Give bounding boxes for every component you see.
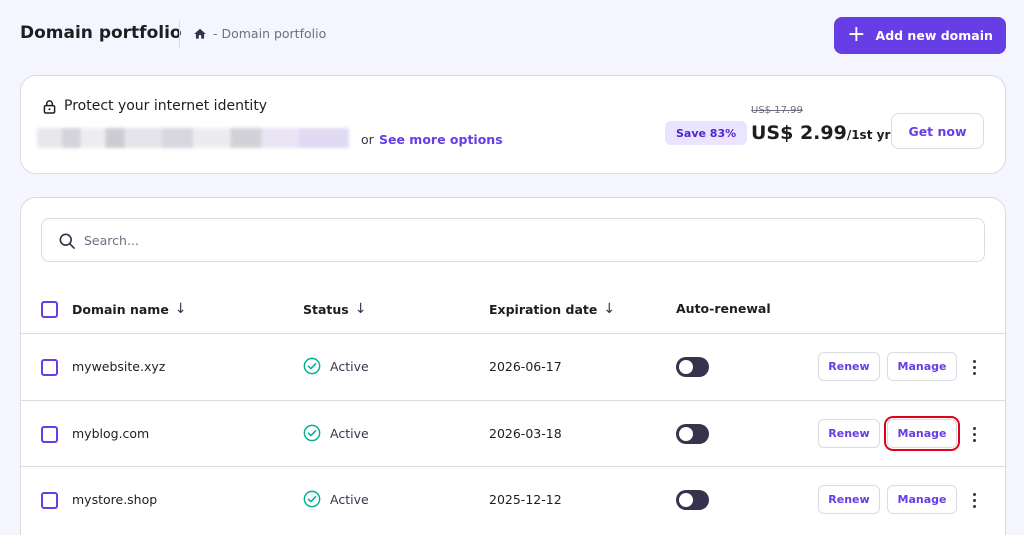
save-badge: Save 83% xyxy=(665,121,748,145)
search-icon xyxy=(59,233,75,249)
manage-button[interactable]: Manage xyxy=(887,352,957,381)
check-circle-icon xyxy=(303,490,321,508)
add-new-domain-button[interactable]: + Add new domain xyxy=(834,17,1006,54)
plus-icon: + xyxy=(847,21,866,47)
expiration-date: 2026-03-18 xyxy=(489,426,562,441)
manage-button-highlighted[interactable]: Manage xyxy=(884,416,960,451)
status-cell: Active xyxy=(303,357,369,375)
see-more-options-link[interactable]: See more options xyxy=(379,132,503,147)
sort-arrow-icon: ↓ xyxy=(354,301,367,317)
manage-button[interactable]: Manage xyxy=(887,485,957,514)
column-label: Domain name xyxy=(72,301,169,317)
domain-name[interactable]: myblog.com xyxy=(72,426,149,441)
select-all-checkbox[interactable] xyxy=(41,301,58,318)
old-price: US$ 17.99 xyxy=(751,105,803,116)
row-checkbox[interactable] xyxy=(41,492,58,509)
status-text: Active xyxy=(330,358,369,374)
page-header: Domain portfolio - Domain portfolio + Ad… xyxy=(0,0,1024,70)
price-value: US$ 2.99 xyxy=(751,122,847,144)
divider xyxy=(179,20,180,48)
breadcrumb-current: - Domain portfolio xyxy=(213,26,327,41)
domain-promo-card: Protect your internet identity or See mo… xyxy=(20,75,1006,174)
breadcrumb: - Domain portfolio xyxy=(193,26,326,41)
sort-arrow-icon: ↓ xyxy=(174,301,187,317)
row-checkbox[interactable] xyxy=(41,426,58,443)
expiration-date: 2026-06-17 xyxy=(489,359,562,374)
price-period: /1st yr xyxy=(846,128,891,142)
status-text: Active xyxy=(330,425,369,441)
lock-icon xyxy=(43,99,56,114)
domains-table-card: Domain name ↓ Status ↓ Expiration date ↓… xyxy=(20,197,1006,535)
column-label: Status xyxy=(303,301,349,317)
table-row: myblog.com Active 2026-03-18 Renew Manag… xyxy=(21,400,1005,467)
status-cell: Active xyxy=(303,490,369,508)
home-icon[interactable] xyxy=(193,27,207,41)
row-checkbox[interactable] xyxy=(41,359,58,376)
kebab-menu-icon[interactable] xyxy=(967,354,981,380)
domain-name[interactable]: mywebsite.xyz xyxy=(72,359,165,374)
check-circle-icon xyxy=(303,424,321,442)
auto-renewal-toggle[interactable] xyxy=(676,490,709,510)
table-row: mywebsite.xyz Active 2026-06-17 Renew Ma… xyxy=(21,333,1005,400)
get-now-button[interactable]: Get now xyxy=(891,113,984,149)
kebab-menu-icon[interactable] xyxy=(967,421,981,447)
search-input[interactable] xyxy=(84,229,964,251)
check-circle-icon xyxy=(303,357,321,375)
auto-renewal-toggle[interactable] xyxy=(676,424,709,444)
promo-title: Protect your internet identity xyxy=(64,98,268,114)
column-label: Auto-renewal xyxy=(676,301,771,316)
add-new-domain-label: Add new domain xyxy=(875,28,993,43)
sort-arrow-icon: ↓ xyxy=(603,301,616,317)
column-header-expiration[interactable]: Expiration date ↓ xyxy=(489,301,615,317)
status-cell: Active xyxy=(303,424,369,442)
column-header-auto-renewal: Auto-renewal xyxy=(676,301,771,316)
column-header-status[interactable]: Status ↓ xyxy=(303,301,366,317)
column-header-domain[interactable]: Domain name ↓ xyxy=(72,301,187,317)
expiration-date: 2025-12-12 xyxy=(489,492,562,507)
auto-renewal-toggle[interactable] xyxy=(676,357,709,377)
renew-button[interactable]: Renew xyxy=(818,352,880,381)
search-bar[interactable] xyxy=(41,218,985,262)
renew-button[interactable]: Renew xyxy=(818,485,880,514)
kebab-menu-icon[interactable] xyxy=(967,487,981,513)
promo-or-text: or xyxy=(361,132,374,147)
renew-button[interactable]: Renew xyxy=(818,419,880,448)
domain-search-field-blurred[interactable] xyxy=(37,128,349,148)
domain-name[interactable]: mystore.shop xyxy=(72,492,157,507)
page-title: Domain portfolio xyxy=(20,23,182,43)
table-row: mystore.shop Active 2025-12-12 Renew Man… xyxy=(21,466,1005,533)
promo-price: US$ 2.99/1st yr xyxy=(751,122,890,144)
promo-heading: Protect your internet identity xyxy=(43,98,267,114)
column-label: Expiration date xyxy=(489,301,598,317)
status-text: Active xyxy=(330,491,369,507)
